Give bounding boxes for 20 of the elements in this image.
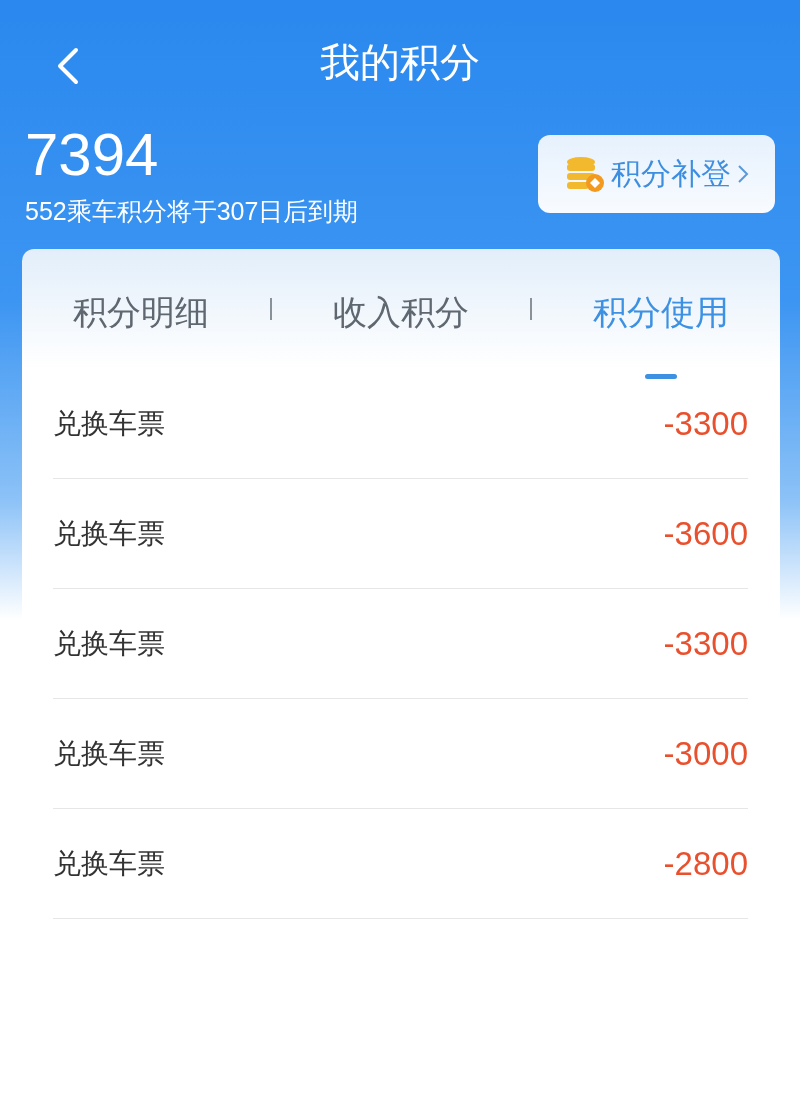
points-total: 7394 [25, 120, 160, 189]
page-title: 我的积分 [320, 37, 480, 87]
record-amount: -3000 [663, 734, 748, 773]
record-title: 兑换车票 [53, 735, 165, 772]
tab[interactable]: 积分明细 [72, 283, 209, 343]
record-title: 兑换车票 [53, 625, 165, 662]
chevron-right-icon [736, 163, 749, 185]
record-amount: -3300 [663, 404, 748, 443]
record-amount: -3300 [663, 624, 748, 663]
points-makeup-button[interactable]: 积分补登 [538, 135, 775, 213]
record-amount: -2800 [663, 844, 748, 883]
record-title: 兑换车票 [53, 515, 165, 552]
tab[interactable]: 收入积分 [332, 283, 469, 343]
record-title: 兑换车票 [53, 845, 165, 882]
tab-indicator [645, 374, 678, 379]
record-amount: -3600 [663, 514, 748, 553]
record-title: 兑换车票 [53, 405, 165, 442]
coins-icon [564, 155, 605, 193]
tab[interactable]: 积分使用 [593, 283, 730, 343]
expiry-note: 552乘车积分将于307日后到期 [25, 195, 359, 227]
